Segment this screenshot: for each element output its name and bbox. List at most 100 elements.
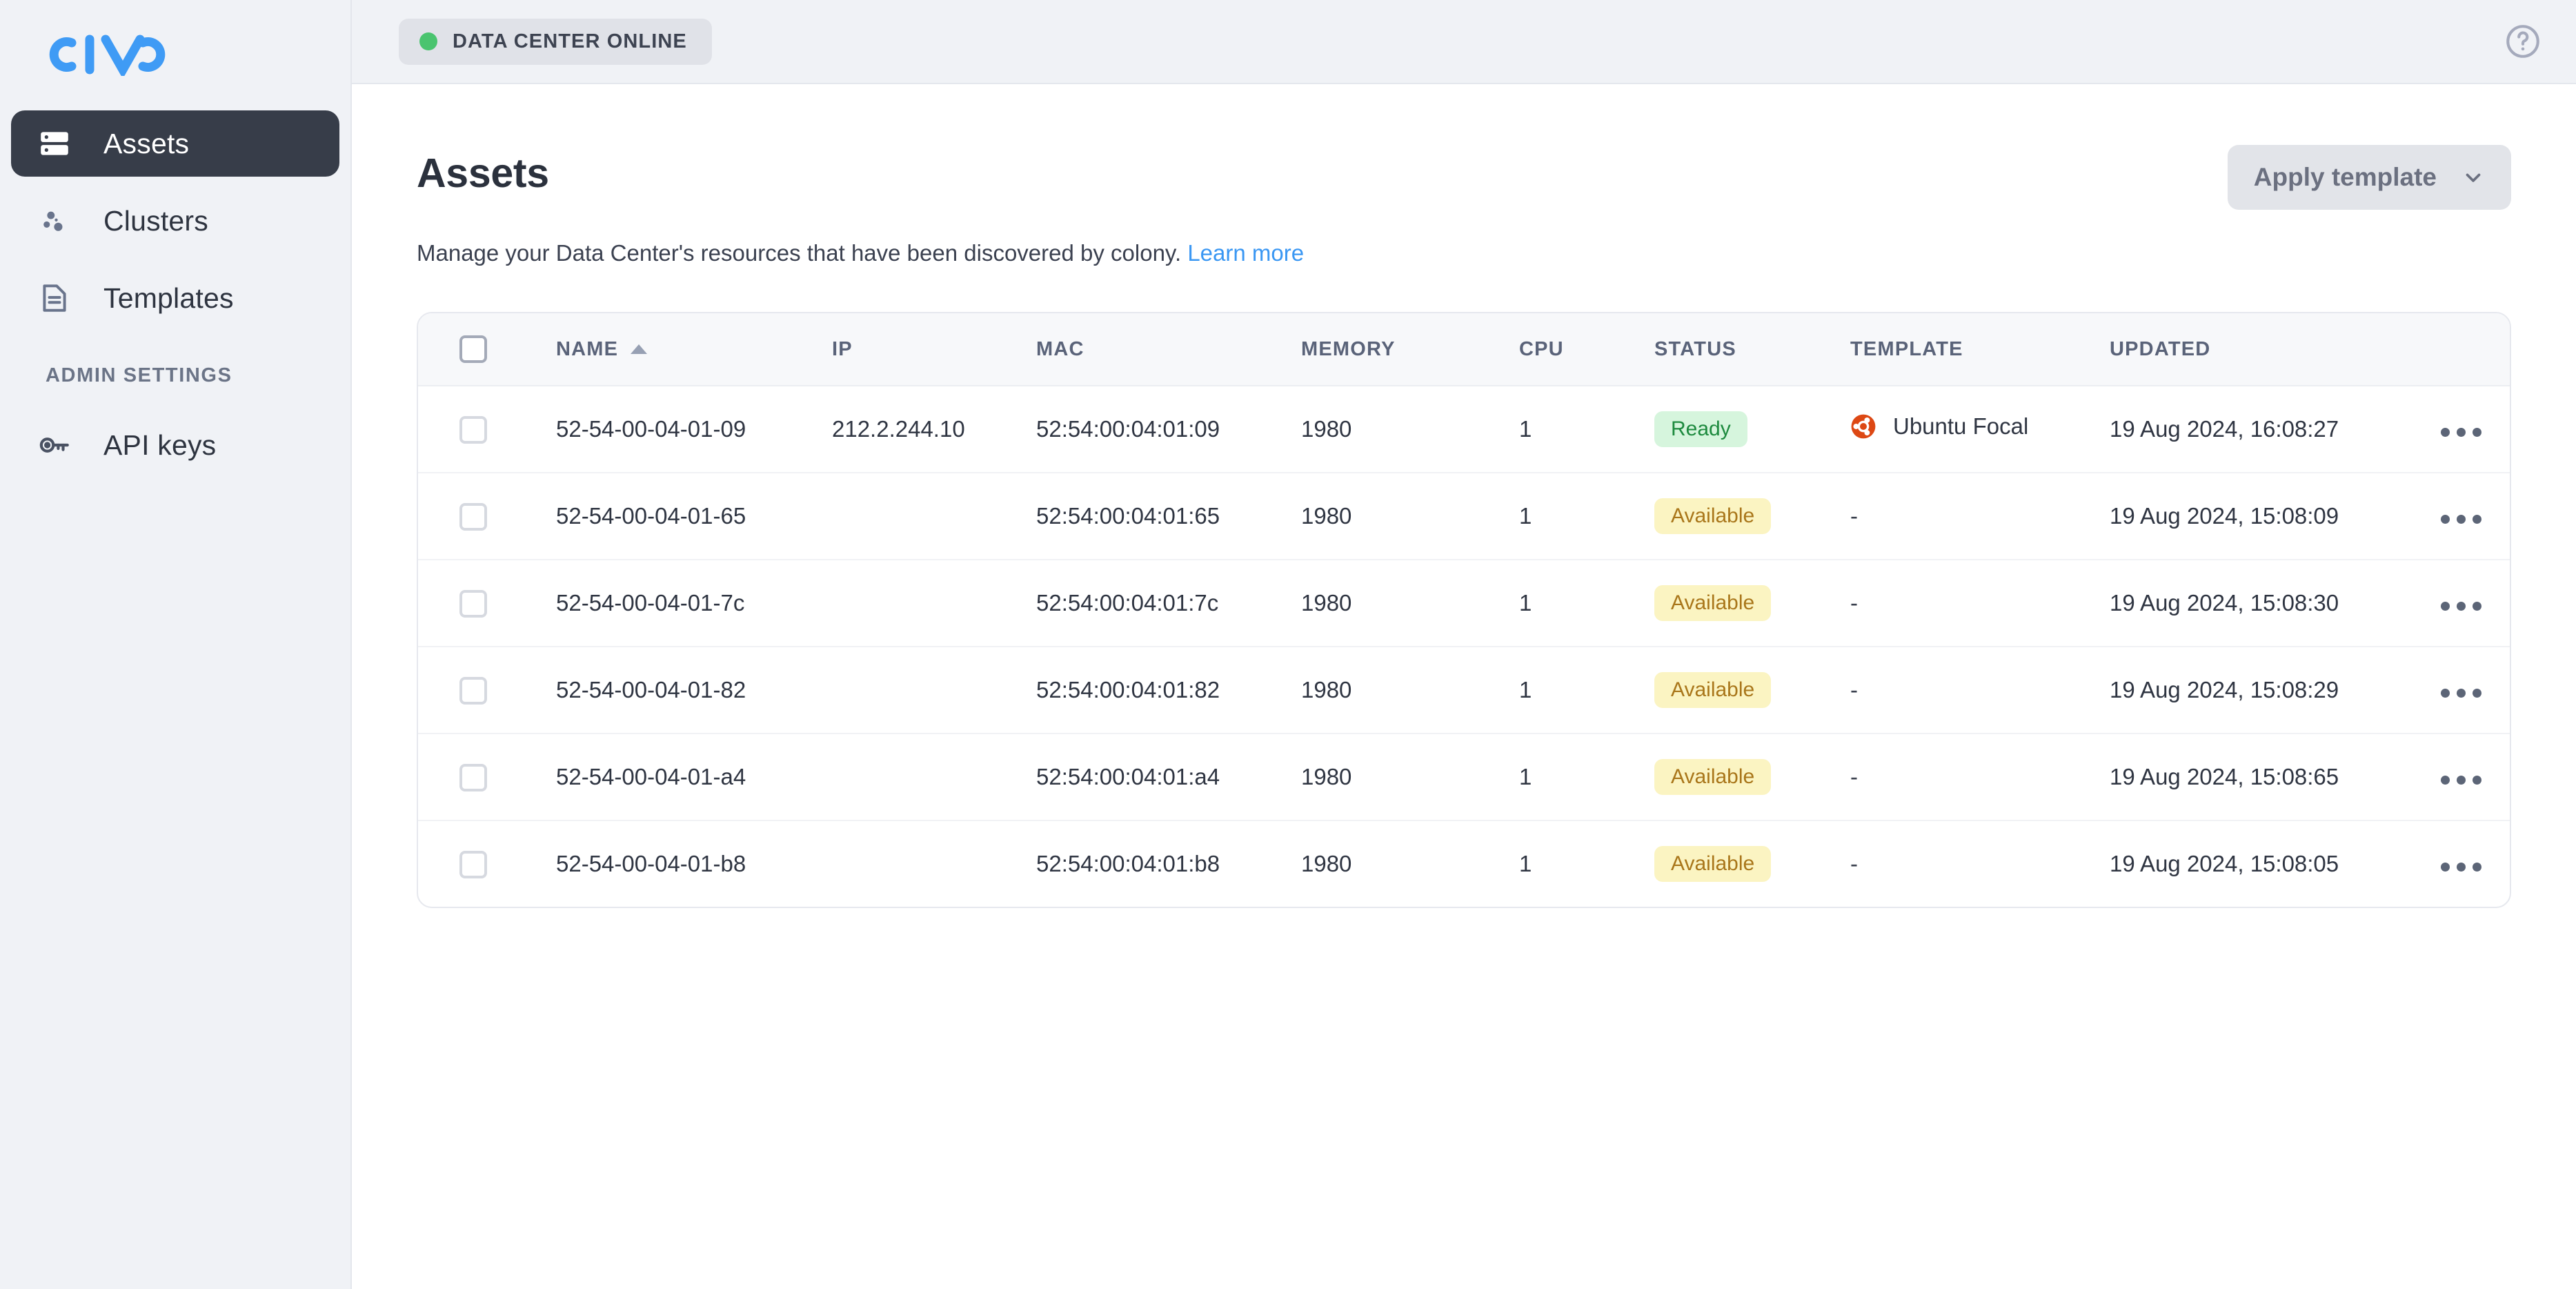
dot — [2473, 515, 2481, 524]
primary-nav: Assets Clusters Templates ADMIN SETTINGS… — [0, 110, 350, 478]
dot — [2441, 428, 2450, 437]
chevron-down-icon — [2466, 173, 2481, 182]
sidebar-item-label: Clusters — [103, 204, 208, 237]
cell-ip — [832, 560, 1036, 648]
row-checkbox[interactable] — [459, 589, 487, 618]
cell-cpu: 1 — [1519, 734, 1654, 822]
sidebar-item-assets[interactable]: Assets — [11, 110, 339, 177]
cell-ip — [832, 647, 1036, 735]
table-row[interactable]: 52-54-00-04-01-b8 52:54:00:04:01:b8 1980… — [418, 820, 2510, 907]
cell-name: 52-54-00-04-01-09 — [556, 386, 832, 474]
cell-status: Available — [1654, 647, 1850, 735]
sidebar-item-label: API keys — [103, 429, 217, 461]
row-checkbox[interactable] — [459, 502, 487, 531]
document-icon — [34, 278, 75, 318]
row-actions-button[interactable] — [2441, 602, 2481, 611]
row-select-cell — [418, 734, 556, 822]
cell-cpu: 1 — [1519, 560, 1654, 648]
row-checkbox[interactable] — [459, 415, 487, 444]
column-header-status[interactable]: STATUS — [1654, 313, 1850, 387]
column-header-name[interactable]: NAME — [556, 313, 832, 387]
cell-actions — [2441, 386, 2510, 474]
sidebar-item-api-keys[interactable]: API keys — [11, 412, 339, 478]
cell-template: - — [1850, 473, 2110, 561]
cell-updated: 19 Aug 2024, 15:08:09 — [2110, 473, 2441, 561]
dot — [2473, 428, 2481, 437]
cell-template: - — [1850, 647, 2110, 735]
row-checkbox[interactable] — [459, 676, 487, 705]
row-select-cell — [418, 647, 556, 735]
row-checkbox[interactable] — [459, 763, 487, 791]
sidebar-item-clusters[interactable]: Clusters — [11, 188, 339, 254]
topbar: DATA CENTER ONLINE — [352, 0, 2576, 84]
template-empty: - — [1850, 590, 1858, 616]
dot — [2441, 602, 2450, 611]
page-header: Assets Apply template — [417, 145, 2511, 210]
cell-memory: 1980 — [1301, 386, 1519, 474]
table-row[interactable]: 52-54-00-04-01-65 52:54:00:04:01:65 1980… — [418, 473, 2510, 561]
dot — [2473, 689, 2481, 698]
row-actions-button[interactable] — [2441, 515, 2481, 524]
cell-updated: 19 Aug 2024, 16:08:27 — [2110, 386, 2441, 474]
dot — [2457, 515, 2466, 524]
column-header-updated[interactable]: UPDATED — [2110, 313, 2441, 387]
column-header-mac[interactable]: MAC — [1036, 313, 1301, 387]
table-row[interactable]: 52-54-00-04-01-82 52:54:00:04:01:82 1980… — [418, 647, 2510, 735]
page-content: Assets Apply template Manage your Data C… — [352, 84, 2576, 1289]
column-header-template[interactable]: TEMPLATE — [1850, 313, 2110, 387]
cell-mac: 52:54:00:04:01:b8 — [1036, 851, 1220, 877]
table-row[interactable]: 52-54-00-04-01-a4 52:54:00:04:01:a4 1980… — [418, 734, 2510, 822]
app-root: Assets Clusters Templates ADMIN SETTINGS… — [0, 0, 2576, 1289]
cell-status: Available — [1654, 560, 1850, 648]
table-row[interactable]: 52-54-00-04-01-09 212.2.244.10 52:54:00:… — [418, 386, 2510, 474]
row-actions-button[interactable] — [2441, 428, 2481, 437]
status-dot-icon — [419, 32, 437, 50]
sidebar-item-label: Assets — [103, 127, 190, 159]
cell-template: Ubuntu Focal — [1850, 386, 2110, 474]
table-row[interactable]: 52-54-00-04-01-7c 52:54:00:04:01:7c 1980… — [418, 560, 2510, 648]
cell-status: Available — [1654, 820, 1850, 907]
data-center-status-badge[interactable]: DATA CENTER ONLINE — [399, 18, 712, 65]
dot — [2473, 863, 2481, 872]
cell-status: Available — [1654, 473, 1850, 561]
cell-actions — [2441, 734, 2510, 822]
status-badge: Ready — [1654, 411, 1747, 448]
dot — [2441, 515, 2450, 524]
row-actions-button[interactable] — [2441, 863, 2481, 872]
dot — [2441, 776, 2450, 785]
dot — [2457, 602, 2466, 611]
column-header-memory[interactable]: MEMORY — [1301, 313, 1519, 387]
cell-ip: 212.2.244.10 — [832, 386, 1036, 474]
select-all-checkbox[interactable] — [459, 335, 487, 364]
dot — [2441, 863, 2450, 872]
cell-name: 52-54-00-04-01-82 — [556, 647, 832, 735]
cell-cpu: 1 — [1519, 473, 1654, 561]
main-area: DATA CENTER ONLINE Assets Apply template — [352, 0, 2576, 1289]
brand-logo[interactable] — [0, 0, 350, 110]
row-actions-button[interactable] — [2441, 689, 2481, 698]
row-actions-button[interactable] — [2441, 776, 2481, 785]
sidebar-item-templates[interactable]: Templates — [11, 265, 339, 331]
cell-updated: 19 Aug 2024, 15:08:30 — [2110, 560, 2441, 648]
row-select-cell — [418, 386, 556, 474]
status-badge: Available — [1654, 759, 1772, 796]
help-button[interactable] — [2501, 20, 2544, 63]
cell-memory: 1980 — [1301, 734, 1519, 822]
column-header-ip[interactable]: IP — [832, 313, 1036, 387]
column-header-actions — [2441, 313, 2510, 387]
column-header-cpu[interactable]: CPU — [1519, 313, 1654, 387]
learn-more-link[interactable]: Learn more — [1187, 240, 1304, 266]
apply-template-button[interactable]: Apply template — [2227, 145, 2511, 210]
cell-name: 52-54-00-04-01-65 — [556, 473, 832, 561]
status-badge: Available — [1654, 585, 1772, 622]
row-select-cell — [418, 473, 556, 561]
civo-logo-icon — [49, 35, 166, 76]
cell-status: Ready — [1654, 386, 1850, 474]
cell-updated: 19 Aug 2024, 15:08:05 — [2110, 851, 2339, 877]
key-icon — [34, 425, 75, 465]
cell-name: 52-54-00-04-01-7c — [556, 560, 832, 648]
apply-template-label: Apply template — [2253, 163, 2437, 191]
cell-template: - — [1850, 560, 2110, 648]
sidebar-item-label: Templates — [103, 282, 234, 314]
row-checkbox[interactable] — [459, 850, 487, 878]
